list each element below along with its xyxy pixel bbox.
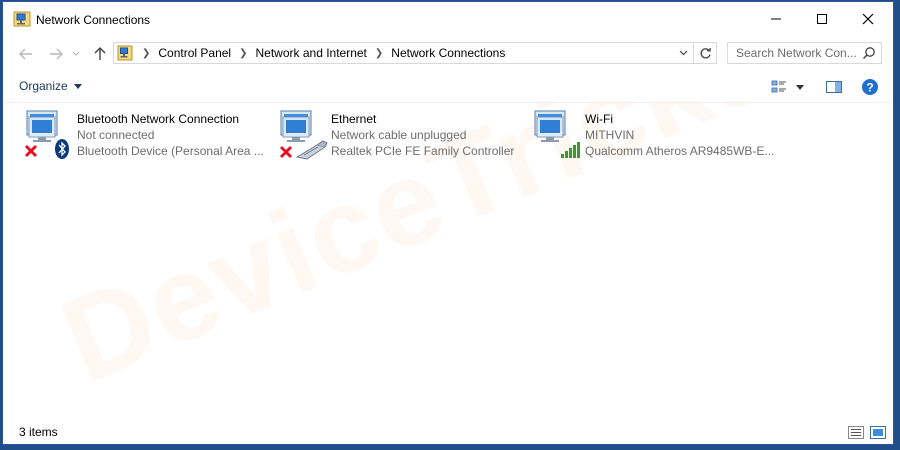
connection-device: Qualcomm Atheros AR9485WB-E... (585, 144, 775, 158)
close-icon (862, 13, 874, 25)
breadcrumb-separator-icon[interactable]: ❯ (138, 48, 154, 59)
help-button[interactable]: ? (860, 77, 880, 97)
title-bar[interactable]: Network Connections (3, 2, 893, 36)
breadcrumb-separator-icon[interactable]: ❯ (235, 48, 251, 59)
connection-icon (277, 109, 331, 161)
connection-icon (23, 109, 77, 161)
view-options-icon (771, 80, 786, 93)
connection-icon (531, 109, 585, 161)
search-icon[interactable] (862, 46, 876, 63)
connection-name: Ethernet (331, 112, 377, 126)
connection-item-ethernet[interactable]: Ethernet Network cable unplugged Realtek… (277, 109, 527, 161)
details-view-icon (848, 425, 864, 439)
address-bar[interactable]: ❯ Control Panel ❯ Network and Internet ❯… (113, 42, 717, 64)
refresh-icon (700, 47, 711, 58)
ethernet-cable-icon (295, 140, 328, 160)
connection-device: Realtek PCIe FE Family Controller (331, 144, 515, 158)
breadcrumb: ❯ Control Panel ❯ Network and Internet ❯… (138, 43, 509, 63)
network-connections-app-icon (13, 11, 31, 27)
connection-status: MITHVIN (585, 128, 635, 142)
dropdown-arrow-icon (796, 84, 804, 90)
preview-pane-button[interactable] (823, 77, 845, 97)
large-icons-view-icon (870, 425, 886, 439)
minimize-icon (771, 18, 781, 20)
monitor-icon (26, 110, 58, 142)
connection-item-wifi[interactable]: Wi-Fi MITHVIN Qualcomm Atheros AR9485WB-… (531, 109, 781, 161)
control-panel-icon (117, 45, 133, 61)
window-title: Network Connections (36, 13, 151, 27)
back-button[interactable] (15, 44, 37, 64)
connection-name: Bluetooth Network Connection (77, 112, 240, 126)
network-connections-window: Network Connections ❯ Control Panel ❯ Ne… (2, 1, 894, 445)
minimize-button[interactable] (753, 2, 799, 36)
change-view-button[interactable] (769, 77, 789, 97)
connection-status: Network cable unplugged (331, 128, 467, 142)
connection-item-bluetooth[interactable]: Bluetooth Network Connection Not connect… (23, 109, 273, 161)
wifi-signal-icon (561, 142, 580, 158)
connection-name: Wi-Fi (585, 112, 613, 126)
recent-locations-button[interactable] (69, 44, 83, 64)
disconnected-x-icon (279, 145, 293, 159)
connections-list: DeviceTricks Bluetooth Network Connectio… (3, 103, 893, 419)
monitor-icon (534, 110, 566, 142)
back-arrow-icon (19, 48, 32, 60)
maximize-icon (817, 14, 827, 24)
up-arrow-icon (94, 47, 106, 60)
disconnected-x-icon (24, 144, 38, 158)
large-icons-view-button[interactable] (869, 424, 887, 440)
connection-device: Bluetooth Device (Personal Area ... (77, 144, 264, 158)
search-input[interactable] (728, 43, 866, 63)
forward-arrow-icon (50, 48, 63, 60)
svg-text:?: ? (866, 81, 873, 95)
bluetooth-icon (55, 139, 69, 159)
refresh-button[interactable] (693, 43, 716, 63)
chevron-down-icon (679, 50, 687, 56)
command-bar: Organize ? (3, 72, 893, 103)
chevron-down-icon (72, 51, 80, 56)
breadcrumb-separator-icon[interactable]: ❯ (371, 48, 387, 59)
breadcrumb-network-connections[interactable]: Network Connections (387, 46, 509, 60)
preview-pane-icon (826, 81, 842, 93)
search-box[interactable] (727, 42, 882, 64)
dropdown-arrow-icon (73, 83, 82, 89)
breadcrumb-control-panel[interactable]: Control Panel (154, 46, 235, 60)
organize-button[interactable]: Organize (19, 79, 82, 93)
forward-button[interactable] (45, 44, 67, 64)
monitor-icon (280, 110, 312, 142)
details-view-button[interactable] (847, 424, 865, 440)
item-count: 3 items (19, 425, 58, 439)
view-options-dropdown[interactable] (793, 77, 807, 97)
maximize-button[interactable] (799, 2, 845, 36)
breadcrumb-network-and-internet[interactable]: Network and Internet (252, 46, 371, 60)
status-bar: 3 items (3, 420, 893, 444)
navigation-bar: ❯ Control Panel ❯ Network and Internet ❯… (3, 39, 893, 69)
up-button[interactable] (89, 44, 111, 64)
address-history-dropdown[interactable] (676, 46, 690, 60)
connection-status: Not connected (77, 128, 155, 142)
close-button[interactable] (845, 2, 891, 36)
help-icon: ? (862, 79, 878, 95)
organize-label: Organize (19, 79, 68, 93)
